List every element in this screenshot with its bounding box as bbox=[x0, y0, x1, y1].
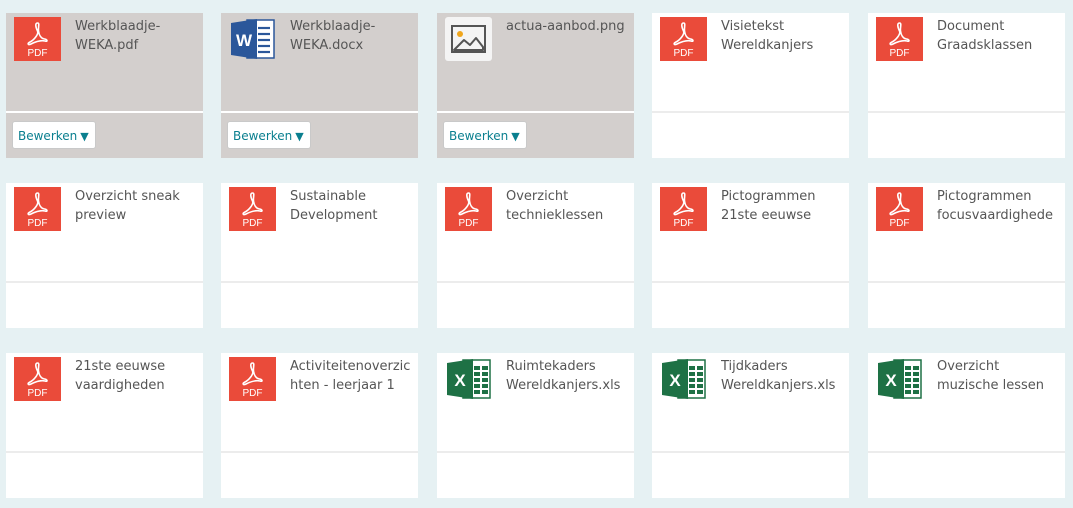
file-name[interactable]: Activiteitenoverzichten - leerjaar 1 bbox=[290, 357, 412, 395]
pdf-icon-label: PDF bbox=[28, 48, 48, 59]
file-tile[interactable]: actua-aanbod.png Bewerken ▼ bbox=[437, 13, 634, 158]
pdf-icon-label: PDF bbox=[890, 218, 910, 229]
file-name[interactable]: Werkblaadje-WEKA.docx bbox=[290, 17, 412, 55]
word-icon: W bbox=[229, 17, 276, 61]
tile-divider bbox=[6, 451, 203, 453]
edit-button-label: Bewerken bbox=[449, 129, 509, 143]
edit-dropdown-button[interactable]: Bewerken ▼ bbox=[12, 121, 96, 149]
file-tile[interactable]: PDF Visietekst Wereldkanjers bbox=[652, 13, 849, 158]
file-tile[interactable]: PDF Activiteitenoverzichten - leerjaar 1 bbox=[221, 353, 418, 498]
file-name[interactable]: Sustainable Development Goals bbox=[290, 187, 412, 225]
excel-icon-label: X bbox=[885, 371, 897, 390]
file-tile[interactable]: PDF Pictogrammen 21ste eeuwse bbox=[652, 183, 849, 328]
excel-icon-label: X bbox=[454, 371, 466, 390]
edit-button-label: Bewerken bbox=[233, 129, 293, 143]
tile-divider bbox=[221, 451, 418, 453]
file-name[interactable]: Pictogrammen focusvaardigheden.p bbox=[937, 187, 1059, 225]
pdf-icon-label: PDF bbox=[674, 218, 694, 229]
tile-divider bbox=[652, 111, 849, 113]
file-name[interactable]: Pictogrammen 21ste eeuwse bbox=[721, 187, 843, 225]
file-grid: PDF Werkblaadje-WEKA.pdf Bewerken ▼ W Werkbla… bbox=[0, 0, 1073, 508]
pdf-icon: PDF bbox=[660, 187, 707, 231]
file-tile[interactable]: W Werkblaadje-WEKA.docx Bewerken ▼ bbox=[221, 13, 418, 158]
image-icon bbox=[445, 17, 492, 61]
pdf-icon: PDF bbox=[876, 17, 923, 61]
file-name[interactable]: Overzicht technieklessen per bbox=[506, 187, 628, 225]
pdf-icon-label: PDF bbox=[459, 218, 479, 229]
pdf-icon-label: PDF bbox=[890, 48, 910, 59]
caret-down-icon: ▼ bbox=[80, 130, 89, 143]
tile-divider bbox=[437, 111, 634, 113]
file-tile[interactable]: PDF Overzicht sneak preview bbox=[6, 183, 203, 328]
pdf-icon: PDF bbox=[229, 187, 276, 231]
file-tile[interactable]: PDF Werkblaadje-WEKA.pdf Bewerken ▼ bbox=[6, 13, 203, 158]
pdf-icon: PDF bbox=[229, 357, 276, 401]
pdf-icon: PDF bbox=[14, 17, 61, 61]
file-tile[interactable]: X Overzicht muzische lessen Wereldkanjers bbox=[868, 353, 1065, 498]
tile-divider bbox=[6, 111, 203, 113]
file-name[interactable]: Visietekst Wereldkanjers bbox=[721, 17, 843, 55]
tile-divider bbox=[868, 451, 1065, 453]
caret-down-icon: ▼ bbox=[511, 130, 520, 143]
file-name[interactable]: Overzicht muzische lessen Wereldkanjers bbox=[937, 357, 1059, 395]
tile-divider bbox=[437, 281, 634, 283]
edit-dropdown-button[interactable]: Bewerken ▼ bbox=[227, 121, 311, 149]
tile-divider bbox=[868, 281, 1065, 283]
excel-icon: X bbox=[876, 357, 923, 401]
file-name[interactable]: actua-aanbod.png bbox=[506, 17, 628, 36]
file-tile[interactable]: PDF Document Graadsklassen bbox=[868, 13, 1065, 158]
edit-dropdown-button[interactable]: Bewerken ▼ bbox=[443, 121, 527, 149]
tile-divider bbox=[652, 281, 849, 283]
pdf-icon: PDF bbox=[876, 187, 923, 231]
file-tile[interactable]: X Ruimtekaders Wereldkanjers.xlsx bbox=[437, 353, 634, 498]
file-tile[interactable]: PDF Overzicht technieklessen per bbox=[437, 183, 634, 328]
file-name[interactable]: Ruimtekaders Wereldkanjers.xlsx bbox=[506, 357, 628, 395]
file-tile[interactable]: PDF 21ste eeuwse vaardigheden bbox=[6, 353, 203, 498]
pdf-icon: PDF bbox=[660, 17, 707, 61]
excel-icon: X bbox=[445, 357, 492, 401]
pdf-icon: PDF bbox=[445, 187, 492, 231]
caret-down-icon: ▼ bbox=[295, 130, 304, 143]
pdf-icon-label: PDF bbox=[28, 218, 48, 229]
word-icon-label: W bbox=[236, 31, 253, 50]
tile-divider bbox=[868, 111, 1065, 113]
file-name[interactable]: Document Graadsklassen bbox=[937, 17, 1059, 55]
pdf-icon: PDF bbox=[14, 357, 61, 401]
excel-icon: X bbox=[660, 357, 707, 401]
tile-divider bbox=[437, 451, 634, 453]
pdf-icon-label: PDF bbox=[674, 48, 694, 59]
tile-divider bbox=[652, 451, 849, 453]
file-tile[interactable]: PDF Pictogrammen focusvaardigheden.p bbox=[868, 183, 1065, 328]
pdf-icon-label: PDF bbox=[28, 388, 48, 399]
edit-button-label: Bewerken bbox=[18, 129, 78, 143]
pdf-icon-label: PDF bbox=[243, 218, 263, 229]
file-name[interactable]: Werkblaadje-WEKA.pdf bbox=[75, 17, 197, 55]
file-tile[interactable]: X Tijdkaders Wereldkanjers.xlsx bbox=[652, 353, 849, 498]
tile-divider bbox=[221, 111, 418, 113]
file-name[interactable]: Overzicht sneak preview bbox=[75, 187, 197, 225]
tile-divider bbox=[6, 281, 203, 283]
pdf-icon-label: PDF bbox=[243, 388, 263, 399]
pdf-icon: PDF bbox=[14, 187, 61, 231]
file-name[interactable]: 21ste eeuwse vaardigheden bbox=[75, 357, 197, 395]
tile-divider bbox=[221, 281, 418, 283]
file-tile[interactable]: PDF Sustainable Development Goals bbox=[221, 183, 418, 328]
file-name[interactable]: Tijdkaders Wereldkanjers.xlsx bbox=[721, 357, 843, 395]
excel-icon-label: X bbox=[669, 371, 681, 390]
